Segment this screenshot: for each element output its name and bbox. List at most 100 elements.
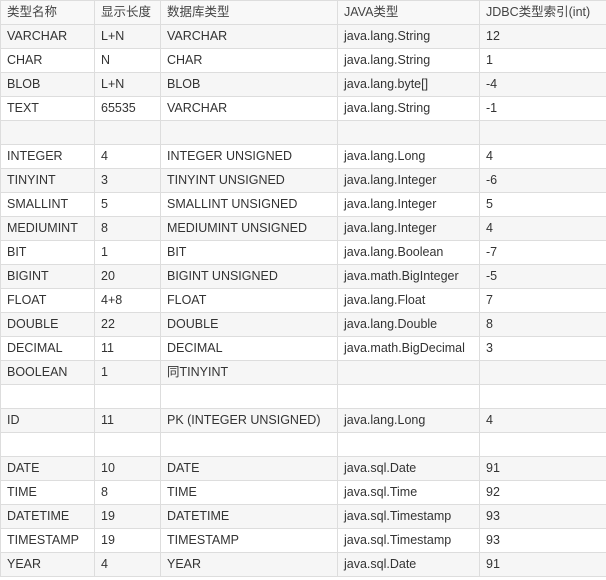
cell-jdbc-index (479, 360, 606, 385)
cell-type-name: MEDIUMINT (0, 216, 95, 241)
cell-type-name: FLOAT (0, 288, 95, 313)
cell-db-type: BIGINT UNSIGNED (160, 264, 338, 289)
cell-display-length: 4 (94, 552, 161, 577)
table-row: DATETIME 19 DATETIME java.sql.Timestamp 93 (0, 504, 606, 529)
cell-type-name (0, 432, 95, 457)
cell-display-length: 4+8 (94, 288, 161, 313)
cell-display-length: 22 (94, 312, 161, 337)
cell-db-type: TINYINT UNSIGNED (160, 168, 338, 193)
cell-display-length: 4 (94, 144, 161, 169)
cell-java-type: java.lang.Integer (337, 192, 480, 217)
table-row: DATE 10 DATE java.sql.Date 91 (0, 456, 606, 481)
cell-display-length: 65535 (94, 96, 161, 121)
cell-db-type: MEDIUMINT UNSIGNED (160, 216, 338, 241)
cell-jdbc-index: -5 (479, 264, 606, 289)
header-row: 类型名称 显示长度 数据库类型 JAVA类型 JDBC类型索引(int) (0, 0, 606, 25)
cell-java-type (337, 120, 480, 145)
cell-java-type: java.sql.Timestamp (337, 528, 480, 553)
cell-jdbc-index: 5 (479, 192, 606, 217)
cell-type-name (0, 120, 95, 145)
cell-jdbc-index: -6 (479, 168, 606, 193)
header-jdbc-index: JDBC类型索引(int) (479, 0, 606, 25)
table-row: TIME 8 TIME java.sql.Time 92 (0, 480, 606, 505)
table-row: BOOLEAN 1 同TINYINT (0, 360, 606, 385)
cell-type-name: INTEGER (0, 144, 95, 169)
cell-java-type: java.lang.Integer (337, 216, 480, 241)
cell-jdbc-index: 92 (479, 480, 606, 505)
header-java-type: JAVA类型 (337, 0, 480, 25)
table-row: DECIMAL 11 DECIMAL java.math.BigDecimal 3 (0, 336, 606, 361)
cell-display-length: L+N (94, 24, 161, 49)
cell-type-name: DATETIME (0, 504, 95, 529)
cell-db-type: CHAR (160, 48, 338, 73)
table-row: INTEGER 4 INTEGER UNSIGNED java.lang.Long 4 (0, 144, 606, 169)
cell-display-length: 1 (94, 240, 161, 265)
cell-db-type: DATE (160, 456, 338, 481)
cell-jdbc-index: 93 (479, 504, 606, 529)
table-row: TEXT 65535 VARCHAR java.lang.String -1 (0, 96, 606, 121)
cell-java-type: java.lang.byte[] (337, 72, 480, 97)
cell-java-type (337, 384, 480, 409)
cell-db-type (160, 120, 338, 145)
cell-java-type: java.math.BigInteger (337, 264, 480, 289)
cell-display-length (94, 120, 161, 145)
cell-type-name: CHAR (0, 48, 95, 73)
cell-jdbc-index: 91 (479, 552, 606, 577)
cell-display-length: 3 (94, 168, 161, 193)
cell-jdbc-index: 4 (479, 144, 606, 169)
cell-java-type: java.lang.Double (337, 312, 480, 337)
cell-db-type (160, 384, 338, 409)
cell-db-type (160, 432, 338, 457)
cell-java-type: java.lang.Integer (337, 168, 480, 193)
cell-display-length: 11 (94, 336, 161, 361)
table-row (0, 120, 606, 145)
cell-type-name: VARCHAR (0, 24, 95, 49)
cell-db-type: INTEGER UNSIGNED (160, 144, 338, 169)
table-row (0, 432, 606, 457)
cell-display-length (94, 384, 161, 409)
cell-type-name: ID (0, 408, 95, 433)
cell-type-name: SMALLINT (0, 192, 95, 217)
cell-java-type: java.lang.Float (337, 288, 480, 313)
cell-display-length: 8 (94, 480, 161, 505)
cell-java-type: java.sql.Time (337, 480, 480, 505)
cell-display-length: 8 (94, 216, 161, 241)
cell-java-type: java.lang.String (337, 48, 480, 73)
header-type-name: 类型名称 (0, 0, 95, 25)
table-row: BLOB L+N BLOB java.lang.byte[] -4 (0, 72, 606, 97)
cell-java-type: java.lang.String (337, 96, 480, 121)
table-body: VARCHAR L+N VARCHAR java.lang.String 12 CHAR N… (0, 24, 606, 577)
cell-db-type: TIME (160, 480, 338, 505)
cell-java-type (337, 360, 480, 385)
cell-type-name: TEXT (0, 96, 95, 121)
cell-type-name: DATE (0, 456, 95, 481)
cell-db-type: VARCHAR (160, 24, 338, 49)
table-header: 类型名称 显示长度 数据库类型 JAVA类型 JDBC类型索引(int) (0, 0, 606, 25)
cell-jdbc-index: 12 (479, 24, 606, 49)
table-row: DOUBLE 22 DOUBLE java.lang.Double 8 (0, 312, 606, 337)
cell-java-type: java.sql.Date (337, 552, 480, 577)
cell-type-name: DOUBLE (0, 312, 95, 337)
cell-db-type: YEAR (160, 552, 338, 577)
cell-type-name: TIMESTAMP (0, 528, 95, 553)
cell-jdbc-index: 4 (479, 408, 606, 433)
cell-jdbc-index: -4 (479, 72, 606, 97)
table-row: VARCHAR L+N VARCHAR java.lang.String 12 (0, 24, 606, 49)
cell-jdbc-index: 93 (479, 528, 606, 553)
cell-db-type: BIT (160, 240, 338, 265)
cell-jdbc-index (479, 384, 606, 409)
cell-display-length: 20 (94, 264, 161, 289)
table-row: FLOAT 4+8 FLOAT java.lang.Float 7 (0, 288, 606, 313)
cell-db-type: DOUBLE (160, 312, 338, 337)
cell-type-name: BLOB (0, 72, 95, 97)
table-row: BIT 1 BIT java.lang.Boolean -7 (0, 240, 606, 265)
table-row (0, 384, 606, 409)
cell-db-type: DECIMAL (160, 336, 338, 361)
cell-type-name: DECIMAL (0, 336, 95, 361)
cell-type-name: YEAR (0, 552, 95, 577)
cell-display-length: 5 (94, 192, 161, 217)
cell-java-type: java.lang.Long (337, 144, 480, 169)
table-row: CHAR N CHAR java.lang.String 1 (0, 48, 606, 73)
cell-display-length: 1 (94, 360, 161, 385)
cell-jdbc-index: 4 (479, 216, 606, 241)
